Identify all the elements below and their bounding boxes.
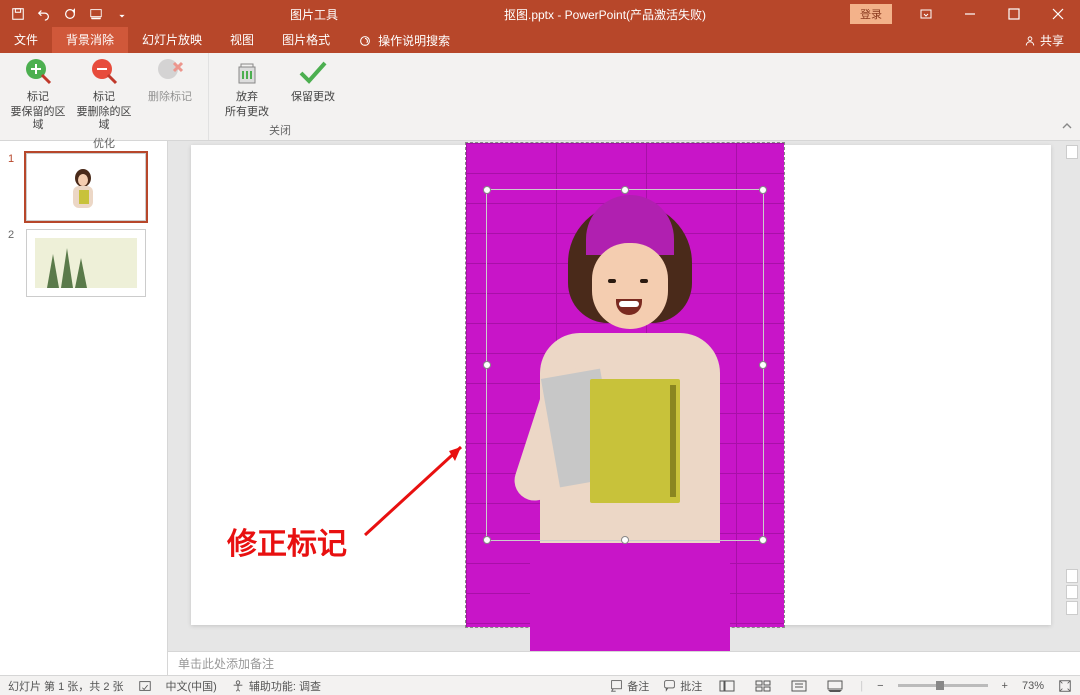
resize-handle-tr[interactable] (759, 186, 767, 194)
tell-me-search[interactable]: 操作说明搜索 (344, 28, 464, 53)
ribbon-group-refine: 标记 要保留的区域 标记 要删除的区域 删除标记 优化 (0, 53, 209, 140)
status-bar: 幻灯片 第 1 张，共 2 张 中文(中国) 辅助功能: 调查 备注 批注 | … (0, 675, 1080, 695)
spellcheck-icon[interactable] (138, 679, 152, 693)
comments-toggle[interactable]: 批注 (663, 678, 702, 694)
thumb-number: 2 (8, 229, 20, 297)
reading-view-button[interactable] (788, 678, 810, 694)
close-button[interactable] (1036, 0, 1080, 28)
tab-file[interactable]: 文件 (0, 27, 52, 53)
accessibility-checker[interactable]: 辅助功能: 调查 (231, 678, 321, 694)
quick-access-toolbar (0, 2, 140, 26)
btn-label-line2: 要删除的区域 (74, 106, 134, 132)
btn-label-line2: 要保留的区域 (8, 106, 68, 132)
qat-customize-button[interactable] (110, 2, 134, 26)
share-label: 共享 (1040, 32, 1064, 49)
scroll-up-button[interactable] (1066, 145, 1078, 159)
resize-handle-bl[interactable] (483, 536, 491, 544)
collapse-ribbon-button[interactable] (1060, 119, 1074, 136)
zoom-slider[interactable] (898, 684, 988, 687)
workspace: 1 2 (0, 141, 1080, 675)
resize-handle-mr[interactable] (759, 361, 767, 369)
resize-handle-ml[interactable] (483, 361, 491, 369)
fit-to-window-button[interactable] (1058, 679, 1072, 693)
tab-slideshow[interactable]: 幻灯片放映 (128, 27, 216, 53)
discard-all-changes-button[interactable]: 放弃 所有更改 (217, 57, 277, 119)
maximize-button[interactable] (992, 0, 1036, 28)
resize-handle-bc[interactable] (621, 536, 629, 544)
picture-selection[interactable] (465, 142, 785, 628)
save-button[interactable] (6, 2, 30, 26)
zoom-out-button[interactable]: − (877, 680, 883, 692)
minimize-button[interactable] (948, 0, 992, 28)
share-button[interactable]: 共享 (1008, 28, 1080, 53)
vertical-scrollbar[interactable] (1066, 145, 1078, 615)
annotation-text: 修正标记 (227, 519, 347, 563)
keep-changes-button[interactable]: 保留更改 (283, 57, 343, 119)
slide-canvas-zone: 修正标记 (168, 141, 1080, 651)
normal-view-button[interactable] (716, 678, 738, 694)
mark-areas-to-keep-button[interactable]: 标记 要保留的区域 (8, 57, 68, 133)
language-indicator[interactable]: 中文(中国) (166, 678, 217, 694)
redo-button[interactable] (58, 2, 82, 26)
title-center: 图片工具 抠图.pptx - PowerPoint(产品激活失败) (140, 6, 850, 23)
btn-label-line1: 放弃 (236, 91, 258, 104)
group-label-close: 关闭 (269, 120, 291, 138)
resize-handle-tl[interactable] (483, 186, 491, 194)
slide-thumbnail-1[interactable] (26, 153, 146, 221)
thumb-row-2: 2 (0, 225, 167, 301)
annotation-arrow-icon (361, 439, 471, 539)
scroll-down-button[interactable] (1066, 569, 1078, 583)
delete-mark-button[interactable]: 删除标记 (140, 57, 200, 133)
thumb-row-1: 1 (0, 149, 167, 225)
resize-handle-tc[interactable] (621, 186, 629, 194)
undo-button[interactable] (32, 2, 56, 26)
slideshow-view-button[interactable] (824, 678, 846, 694)
thumb-number: 1 (8, 153, 20, 221)
slide-counter[interactable]: 幻灯片 第 1 张，共 2 张 (8, 678, 124, 694)
zoom-in-button[interactable]: + (1002, 680, 1008, 692)
btn-label-line1: 标记 (93, 91, 115, 104)
tab-view[interactable]: 视图 (216, 27, 268, 53)
tab-background-removal[interactable]: 背景消除 (52, 27, 128, 53)
tab-picture-format[interactable]: 图片格式 (268, 27, 344, 53)
ribbon-options-button[interactable] (904, 0, 948, 28)
next-slide-button[interactable] (1066, 601, 1078, 615)
notes-toggle[interactable]: 备注 (610, 678, 649, 694)
ribbon: 标记 要保留的区域 标记 要删除的区域 删除标记 优化 放弃 所有更改 (0, 53, 1080, 141)
crop-marquee[interactable] (486, 189, 764, 541)
slide-thumbnails-panel: 1 2 (0, 141, 168, 675)
resize-handle-br[interactable] (759, 536, 767, 544)
window-title: 抠图.pptx - PowerPoint(产品激活失败) (504, 6, 706, 23)
ribbon-group-close: 放弃 所有更改 保留更改 关闭 (209, 53, 351, 140)
notes-pane[interactable]: 单击此处添加备注 (168, 651, 1080, 675)
start-from-beginning-button[interactable] (84, 2, 108, 26)
ribbon-tabs: 文件 背景消除 幻灯片放映 视图 图片格式 操作说明搜索 共享 (0, 28, 1080, 53)
btn-label: 保留更改 (291, 91, 335, 104)
contextual-tab-label: 图片工具 (284, 6, 344, 23)
slide-thumbnail-2[interactable] (26, 229, 146, 297)
prev-slide-button[interactable] (1066, 585, 1078, 599)
title-bar: 图片工具 抠图.pptx - PowerPoint(产品激活失败) 登录 (0, 0, 1080, 28)
slide-sorter-view-button[interactable] (752, 678, 774, 694)
btn-label: 删除标记 (148, 91, 192, 104)
tell-me-label: 操作说明搜索 (378, 32, 450, 49)
group-label-refine: 优化 (93, 133, 115, 151)
login-button[interactable]: 登录 (850, 4, 892, 24)
slide-canvas[interactable]: 修正标记 (191, 145, 1051, 625)
btn-label-line2: 所有更改 (225, 106, 269, 119)
editor-area: 修正标记 单击此处添加备注 (168, 141, 1080, 675)
mark-areas-to-remove-button[interactable]: 标记 要删除的区域 (74, 57, 134, 133)
window-controls (904, 0, 1080, 28)
zoom-level[interactable]: 73% (1022, 680, 1044, 692)
btn-label-line1: 标记 (27, 91, 49, 104)
